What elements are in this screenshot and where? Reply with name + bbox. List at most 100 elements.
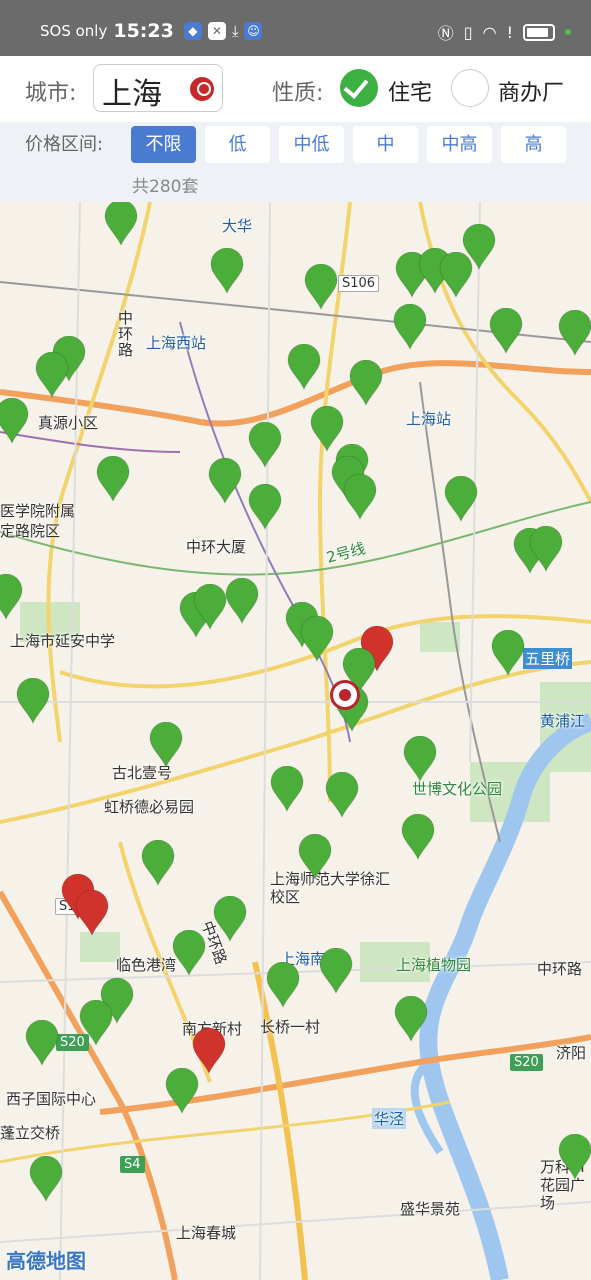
property-marker-green[interactable] <box>403 736 437 782</box>
map-label: 盛华景苑 <box>400 1200 461 1218</box>
property-marker-green[interactable] <box>304 264 338 310</box>
price-option-high[interactable]: 高 <box>501 126 566 163</box>
alert-icon: ! <box>506 22 513 42</box>
clock: 15:23 <box>113 20 174 42</box>
price-option-mid-low[interactable]: 中低 <box>279 126 344 163</box>
map-label: 真源小区 <box>38 414 99 432</box>
property-marker-green[interactable] <box>270 766 304 812</box>
commercial-label[interactable]: 商办厂 <box>498 75 564 107</box>
price-label: 价格区间: <box>25 134 104 155</box>
map-label: 济阳 <box>556 1044 587 1062</box>
property-marker-green[interactable] <box>0 574 23 620</box>
result-count: 共280套 <box>132 177 199 197</box>
property-marker-green[interactable] <box>193 584 227 630</box>
map-label: 上海西站 <box>146 334 207 352</box>
property-marker-green[interactable] <box>558 1134 591 1180</box>
property-marker-green[interactable] <box>266 962 300 1008</box>
map-view[interactable]: S106 S20 S20 S4 S1 大华 上海西站 中环路 真源小区 上海站 … <box>0 202 591 1280</box>
city-label: 城市: <box>25 81 77 106</box>
price-filter: 价格区间: 不限 低 中低 中 中高 高 共280套 <box>0 122 591 202</box>
amap-logo: 高德地图 <box>6 1249 86 1273</box>
property-marker-green[interactable] <box>319 948 353 994</box>
residential-radio[interactable] <box>340 69 378 107</box>
property-marker-green[interactable] <box>79 1000 113 1046</box>
property-marker-green[interactable] <box>149 722 183 768</box>
battery-icon <box>523 23 555 41</box>
map-label: 上海春城 <box>176 1224 237 1242</box>
property-marker-green[interactable] <box>444 476 478 522</box>
price-option-low[interactable]: 低 <box>205 126 270 163</box>
price-option-mid-high[interactable]: 中高 <box>427 126 492 163</box>
property-marker-green[interactable] <box>25 1020 59 1066</box>
map-label: 华泾 <box>372 1108 407 1129</box>
type-label: 性质: <box>272 81 324 106</box>
map-label: 五里桥 <box>523 648 573 669</box>
status-dot-icon <box>565 29 571 35</box>
property-marker-green[interactable] <box>401 814 435 860</box>
carrier-text: SOS only <box>40 22 108 40</box>
download-icon: ⤓ <box>231 22 239 40</box>
filter-header: 城市: 上海 性质: 住宅 商办厂 <box>0 56 591 122</box>
map-label: 西子国际中心 <box>6 1090 97 1108</box>
property-marker-green[interactable] <box>248 484 282 530</box>
property-marker-green[interactable] <box>349 360 383 406</box>
property-marker-green[interactable] <box>225 578 259 624</box>
current-location-dot-icon <box>339 689 351 701</box>
map-label: 虹桥德必易园 <box>104 798 195 816</box>
wifi-icon: ◠ <box>482 22 497 42</box>
property-marker-green[interactable] <box>394 996 428 1042</box>
property-marker-green[interactable] <box>491 630 525 676</box>
property-marker-green[interactable] <box>210 248 244 294</box>
status-right: Ⓝ ▯ ◠ ! <box>438 20 571 44</box>
property-marker-green[interactable] <box>213 896 247 942</box>
price-option-unlimited[interactable]: 不限 <box>131 126 196 163</box>
map-label: 中环大厦 <box>186 538 247 556</box>
property-marker-green[interactable] <box>489 308 523 354</box>
map-label: 上海植物园 <box>396 956 472 974</box>
property-marker-green[interactable] <box>248 422 282 468</box>
property-marker-green[interactable] <box>172 930 206 976</box>
price-option-mid[interactable]: 中 <box>353 126 418 163</box>
property-marker-green[interactable] <box>462 224 496 270</box>
residential-label[interactable]: 住宅 <box>388 75 432 107</box>
property-marker-green[interactable] <box>393 304 427 350</box>
property-marker-green[interactable] <box>343 474 377 520</box>
commercial-radio[interactable] <box>451 69 489 107</box>
city-selector[interactable]: 上海 <box>93 64 223 112</box>
property-marker-green[interactable] <box>165 1068 199 1114</box>
vibrate-icon: ▯ <box>463 22 473 42</box>
road-badge-s20-east: S20 <box>510 1054 543 1071</box>
map-label: 中环路 <box>118 309 134 359</box>
property-marker-green[interactable] <box>287 344 321 390</box>
property-marker-green[interactable] <box>325 772 359 818</box>
property-marker-green[interactable] <box>558 310 591 356</box>
property-marker-green[interactable] <box>35 352 69 398</box>
map-label: 长桥一村 <box>260 1018 321 1036</box>
property-marker-green[interactable] <box>96 456 130 502</box>
property-marker-red[interactable] <box>75 890 109 936</box>
property-marker-green[interactable] <box>300 616 334 662</box>
property-marker-green[interactable] <box>529 526 563 572</box>
property-marker-green[interactable] <box>0 398 29 444</box>
map-label: 黄浦江 <box>540 712 586 730</box>
map-label: 中环路 <box>537 960 583 978</box>
close-notification-icon: ✕ <box>207 22 226 40</box>
shield-icon: ◆ <box>183 22 202 40</box>
road-badge-s106: S106 <box>338 275 380 292</box>
current-location-icon[interactable] <box>330 680 360 710</box>
location-pin-icon[interactable] <box>190 77 214 101</box>
app-notification-icon: ☺ <box>244 22 263 40</box>
status-left: SOS only 15:23 ◆ ✕ ⤓ ☺ <box>40 20 263 42</box>
map-label: 定路院区 <box>0 522 61 540</box>
map-label: 上海市延安中学 <box>10 632 116 650</box>
road-badge-s4: S4 <box>120 1156 145 1173</box>
property-marker-green[interactable] <box>208 458 242 504</box>
property-marker-green[interactable] <box>29 1156 63 1202</box>
nfc-icon: Ⓝ <box>437 24 454 43</box>
map-label: 上海站 <box>406 410 452 428</box>
property-marker-green[interactable] <box>16 678 50 724</box>
property-marker-green[interactable] <box>141 840 175 886</box>
property-marker-green[interactable] <box>298 834 332 880</box>
property-marker-green[interactable] <box>104 202 138 246</box>
map-label: 医学院附属 <box>0 502 76 520</box>
